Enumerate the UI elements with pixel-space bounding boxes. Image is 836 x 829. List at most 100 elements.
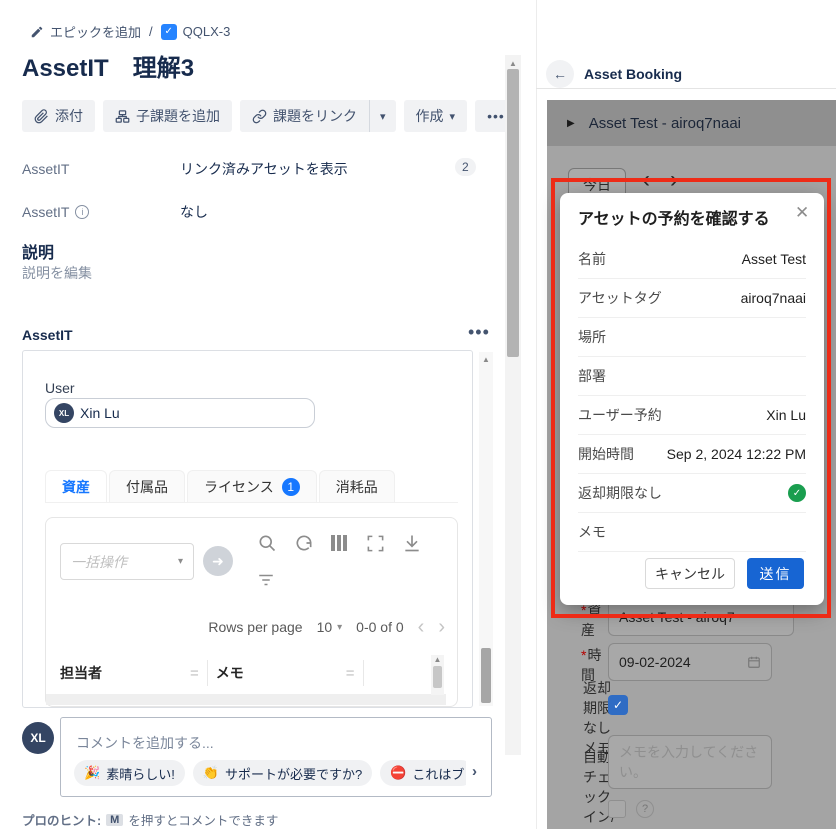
clap-icon: 👏 [203,765,219,781]
column-divider[interactable] [363,660,364,686]
assetit-section-heading: AssetIT [22,327,73,343]
help-icon: ? [636,800,654,818]
party-popper-icon: 🎉 [84,765,100,781]
assetit-section-more-button[interactable]: ••• [468,322,490,343]
download-icon [402,533,422,553]
memo-textarea[interactable]: メモを入力してください。 [608,735,772,789]
next-page-button[interactable]: › [438,617,445,637]
link-icon [252,109,267,124]
page-title: AssetIT 理解3 [22,48,194,83]
quick-comment-pills: 🎉 素晴らしい! 👏 サポートが必要ですか? ⛔ これはブ [74,760,466,786]
auto-checkin-checkbox[interactable] [608,800,626,818]
link-issue-split-button: 課題をリンク ▾ [240,100,396,132]
table-vertical-scrollbar[interactable]: ▲ [431,655,444,695]
scrollbar-thumb[interactable] [481,648,491,703]
bulk-action-placeholder: 一括操作 [71,552,127,572]
modal-row-memo: メモ [578,513,806,552]
create-button[interactable]: 作成 ▾ [404,100,468,132]
filter-button[interactable] [257,572,275,588]
chevron-down-icon: ▾ [178,556,183,567]
avatar: XL [54,403,74,423]
quick-comment-blocked[interactable]: ⛔ これはブ [380,760,466,786]
cancel-button[interactable]: キャンセル [645,558,735,589]
quick-comment-need-help[interactable]: 👏 サポートが必要ですか? [193,760,372,786]
no-entry-icon: ⛔ [390,765,406,781]
modal-row-name: 名前 Asset Test [578,240,806,279]
link-issue-dropdown[interactable]: ▾ [369,100,396,132]
chevron-down-icon: ▾ [450,110,456,123]
linked-assets-link[interactable]: リンク済みアセットを表示 [180,159,348,179]
tab-assets[interactable]: 資産 [45,470,107,502]
apply-bulk-action-button[interactable]: ➜ [203,546,233,576]
breadcrumb-issue[interactable]: ✓ QQLX-3 [161,24,231,40]
edit-description-button[interactable]: 説明を編集 [22,263,92,283]
comment-placeholder: コメントを追加する... [76,733,214,753]
back-button[interactable]: ← [546,60,574,88]
tabs-underline [45,502,458,503]
accordion-label: Asset Test - airoq7naai [589,115,741,132]
search-icon [257,533,277,553]
asset-tabs: 資産 付属品 ライセンス 1 消耗品 [45,470,395,502]
panel-scrollbar[interactable]: ▲ [479,352,493,706]
scrollbar-thumb[interactable] [433,666,442,688]
columns-button[interactable] [331,535,347,551]
breadcrumb-epic-label: エピックを追加 [50,22,141,41]
user-chip-name: Xin Lu [80,405,120,421]
description-heading: 説明 [22,239,54,263]
modal-row-no-due: 返却期限なし ✓ [578,474,806,513]
refresh-button[interactable] [294,533,314,553]
chevron-down-icon: ▾ [337,622,342,633]
tab-consumables[interactable]: 消耗品 [319,470,395,502]
search-button[interactable] [257,533,277,553]
user-select-input[interactable]: XL Xin Lu [45,398,315,428]
modal-row-start-time: 開始時間 Sep 2, 2024 12:22 PM [578,435,806,474]
more-pills-button[interactable]: › [472,763,477,780]
asset-accordion[interactable]: ▶ Asset Test - airoq7naai [547,100,836,146]
rows-per-page-select[interactable]: 10 ▾ [317,619,343,635]
quick-comment-great[interactable]: 🎉 素晴らしい! [74,760,185,786]
calendar-prev-button[interactable]: ‹ [642,168,650,192]
calendar-next-button[interactable]: › [670,168,678,192]
prev-page-button[interactable]: ‹ [418,617,425,637]
fullscreen-button[interactable] [366,534,385,553]
subtask-icon [115,109,130,124]
issue-key: QQLX-3 [183,24,231,39]
required-asterisk: * [581,647,586,663]
task-type-icon: ✓ [161,24,177,40]
pro-tip: プロのヒント: M を押すとコメントできます [22,810,278,829]
assetit-field2-value: なし [180,202,208,222]
filter-equals-icon[interactable]: = [190,665,199,682]
bulk-action-select[interactable]: 一括操作 ▾ [60,543,194,580]
user-field-label: User [45,380,75,396]
modal-title: アセットの予約を確認する [578,205,770,229]
filter-equals-icon[interactable]: = [346,665,355,682]
col-assignee-header: 担当者 [60,663,190,683]
date-input[interactable]: 09-02-2024 [608,643,772,681]
add-epic-link[interactable]: エピックを追加 [30,22,141,41]
modal-row-location: 場所 [578,318,806,357]
modal-row-department: 部署 [578,357,806,396]
no-due-date-checkbox[interactable]: ✓ [608,695,628,715]
attach-button[interactable]: 添付 [22,100,95,132]
tab-accessories[interactable]: 付属品 [109,470,185,502]
close-icon: ✕ [795,203,809,222]
link-issue-button[interactable]: 課題をリンク [240,100,369,132]
paperclip-icon [34,109,49,124]
col-memo-header: メモ [216,663,346,683]
avatar: XL [22,722,54,754]
page-scrollbar[interactable]: ▲ [505,55,521,755]
tab-licenses[interactable]: ライセンス 1 [187,470,317,502]
modal-close-button[interactable]: ✕ [795,203,809,223]
issue-toolbar: 添付 子課題を追加 課題をリンク ▾ 作成 ▾ ••• [22,100,517,132]
column-divider[interactable] [207,660,208,686]
fullscreen-icon [366,534,385,553]
page-range: 0-0 of 0 [356,619,403,635]
table-horizontal-scrollbar[interactable] [46,694,446,705]
scrollbar-thumb[interactable] [507,69,519,357]
pagination: Rows per page 10 ▾ 0-0 of 0 ‹ › [60,617,445,637]
green-check-icon: ✓ [788,484,806,502]
download-button[interactable] [402,533,422,553]
calendar-icon [747,655,761,669]
submit-button[interactable]: 送信 [747,558,804,589]
add-child-issue-button[interactable]: 子課題を追加 [103,100,232,132]
